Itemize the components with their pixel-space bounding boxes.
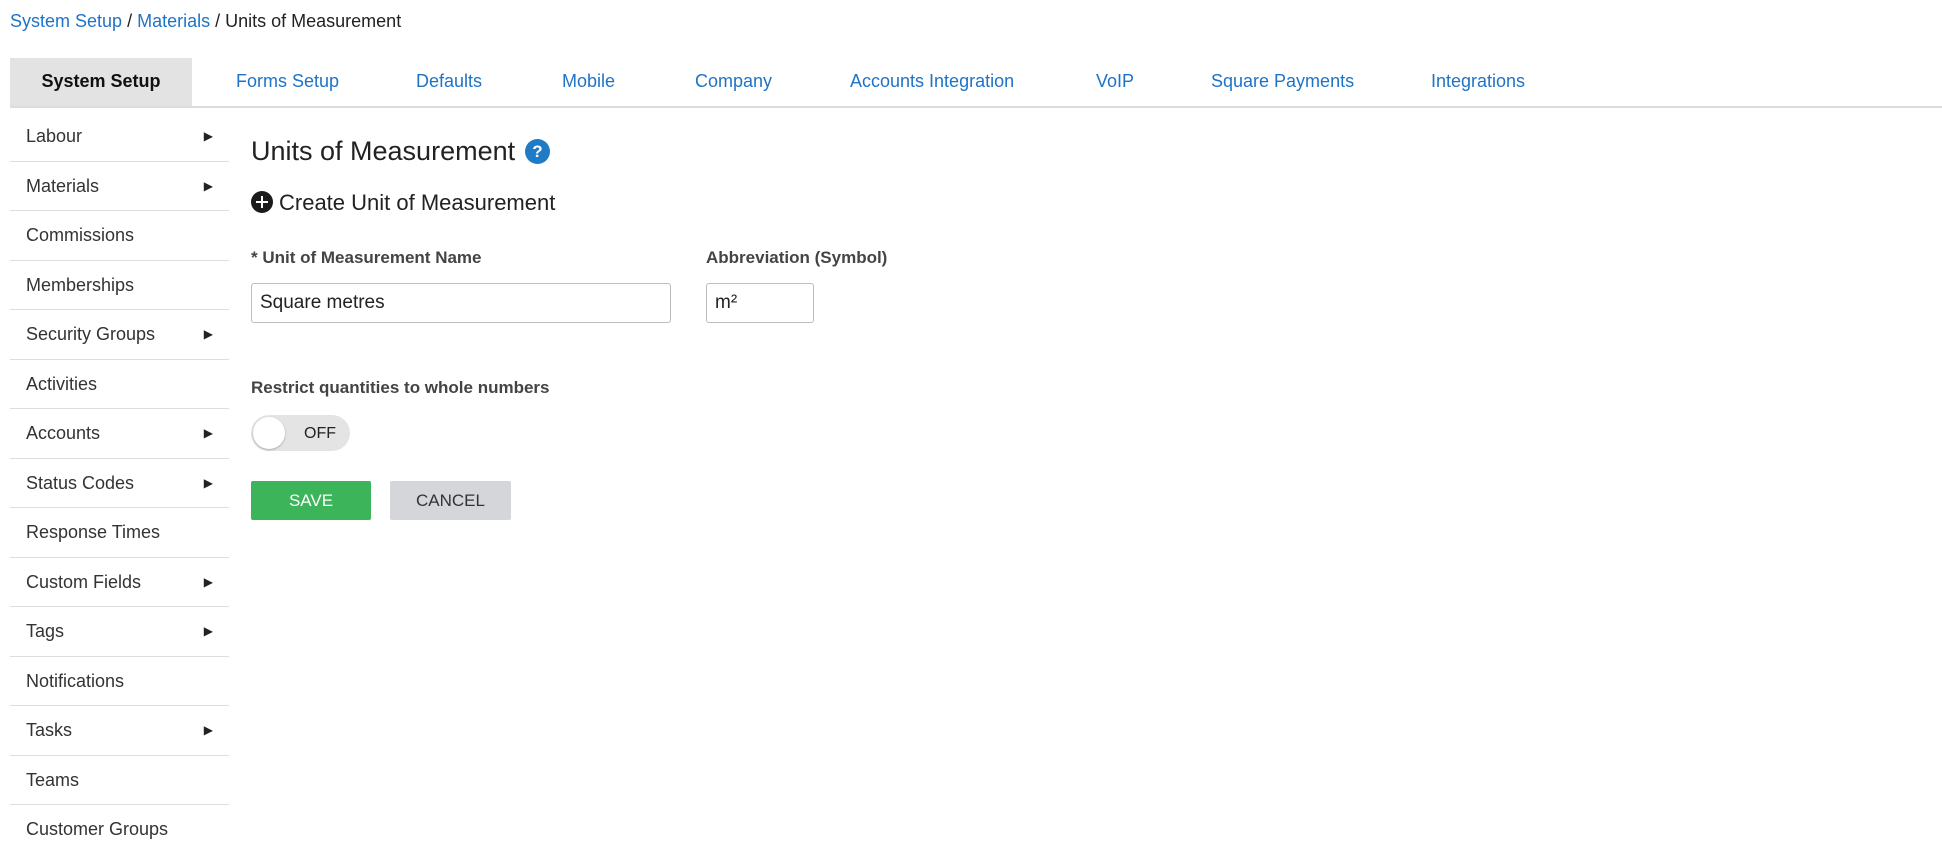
sidebar-item-materials[interactable]: Materials ▶: [10, 162, 229, 211]
sidebar-item-tags[interactable]: Tags ▶: [10, 607, 229, 657]
sidebar-menu: Labour ▶ Materials ▶ Commissions Members…: [10, 112, 229, 855]
sidebar-item-label: Materials: [26, 175, 100, 196]
create-unit-heading: Create Unit of Measurement: [279, 190, 556, 215]
tab-accounts-integration[interactable]: Accounts Integration: [850, 58, 1014, 106]
tab-defaults[interactable]: Defaults: [416, 58, 482, 106]
sidebar-item-label: Teams: [26, 769, 80, 790]
caret-right-icon: ▶: [203, 327, 213, 341]
tab-integrations[interactable]: Integrations: [1431, 58, 1525, 106]
sidebar-item-notifications[interactable]: Notifications: [10, 657, 229, 706]
sidebar-item-label: Notifications: [26, 670, 125, 691]
sidebar-item-label: Tasks: [26, 720, 73, 740]
unit-name-input[interactable]: [251, 283, 671, 323]
cancel-button[interactable]: CANCEL: [390, 481, 511, 520]
sidebar-item-label: Labour: [26, 126, 83, 146]
sidebar-item-label: Custom Fields: [26, 571, 142, 592]
sidebar-item-labour[interactable]: Labour ▶: [10, 112, 229, 162]
abbreviation-label: Abbreviation (Symbol): [706, 248, 888, 267]
tab-system-setup[interactable]: System Setup: [10, 58, 192, 106]
toggle-knob: [253, 417, 285, 449]
breadcrumb-separator: /: [127, 11, 133, 31]
breadcrumb: System Setup / Materials / Units of Measurem…: [10, 10, 401, 32]
sidebar-item-label: Accounts: [26, 423, 101, 443]
sidebar-item-status-codes[interactable]: Status Codes ▶: [10, 459, 229, 508]
caret-right-icon: ▶: [203, 426, 213, 440]
plus-circle-icon: [251, 191, 273, 213]
sidebar-item-security-groups[interactable]: Security Groups ▶: [10, 310, 229, 360]
caret-right-icon: ▶: [203, 178, 213, 193]
sidebar-item-customer-groups[interactable]: Customer Groups: [10, 805, 229, 855]
sidebar-item-label: Customer Groups: [26, 819, 169, 839]
breadcrumb-current: Units of Measurement: [225, 11, 402, 31]
sidebar-item-memberships[interactable]: Memberships: [10, 261, 229, 310]
sidebar-item-label: Memberships: [26, 274, 135, 295]
unit-name-label: * Unit of Measurement Name: [251, 248, 482, 267]
sidebar-item-label: Tags: [26, 621, 65, 641]
breadcrumb-separator: /: [215, 11, 221, 31]
caret-right-icon: ▶: [203, 129, 213, 143]
tab-forms-setup[interactable]: Forms Setup: [236, 58, 339, 106]
caret-right-icon: ▶: [203, 574, 213, 589]
sidebar-item-label: Response Times: [26, 522, 161, 542]
page-title: Units of Measurement: [251, 136, 516, 166]
breadcrumb-link-materials[interactable]: Materials: [137, 11, 210, 31]
restrict-whole-numbers-label: Restrict quantities to whole numbers: [251, 378, 550, 397]
sidebar-item-tasks[interactable]: Tasks ▶: [10, 706, 229, 756]
caret-right-icon: ▶: [203, 624, 213, 638]
help-icon[interactable]: ?: [525, 139, 550, 164]
sidebar-item-commissions[interactable]: Commissions: [10, 211, 229, 261]
sidebar-item-label: Security Groups: [26, 324, 156, 344]
tab-company[interactable]: Company: [695, 58, 772, 106]
sidebar-item-teams[interactable]: Teams: [10, 756, 229, 805]
sidebar-item-label: Status Codes: [26, 472, 135, 493]
abbreviation-input[interactable]: [706, 283, 814, 323]
sidebar-item-response-times[interactable]: Response Times: [10, 508, 229, 558]
sidebar-item-label: Commissions: [26, 225, 135, 245]
tab-voip[interactable]: VoIP: [1096, 58, 1134, 106]
sidebar-item-accounts[interactable]: Accounts ▶: [10, 409, 229, 459]
sidebar-item-custom-fields[interactable]: Custom Fields ▶: [10, 558, 229, 607]
breadcrumb-link-system-setup[interactable]: System Setup: [10, 11, 122, 31]
tab-square-payments[interactable]: Square Payments: [1211, 58, 1354, 106]
tab-mobile[interactable]: Mobile: [562, 58, 615, 106]
toggle-state-text: OFF: [304, 425, 336, 442]
sidebar-item-activities[interactable]: Activities: [10, 360, 229, 409]
caret-right-icon: ▶: [203, 475, 213, 490]
restrict-whole-numbers-toggle[interactable]: OFF: [251, 415, 350, 451]
top-tab-bar: System Setup Forms Setup Defaults Mobile…: [10, 58, 1942, 108]
save-button[interactable]: SAVE: [251, 481, 371, 520]
sidebar-item-label: Activities: [26, 373, 98, 394]
caret-right-icon: ▶: [203, 723, 213, 737]
